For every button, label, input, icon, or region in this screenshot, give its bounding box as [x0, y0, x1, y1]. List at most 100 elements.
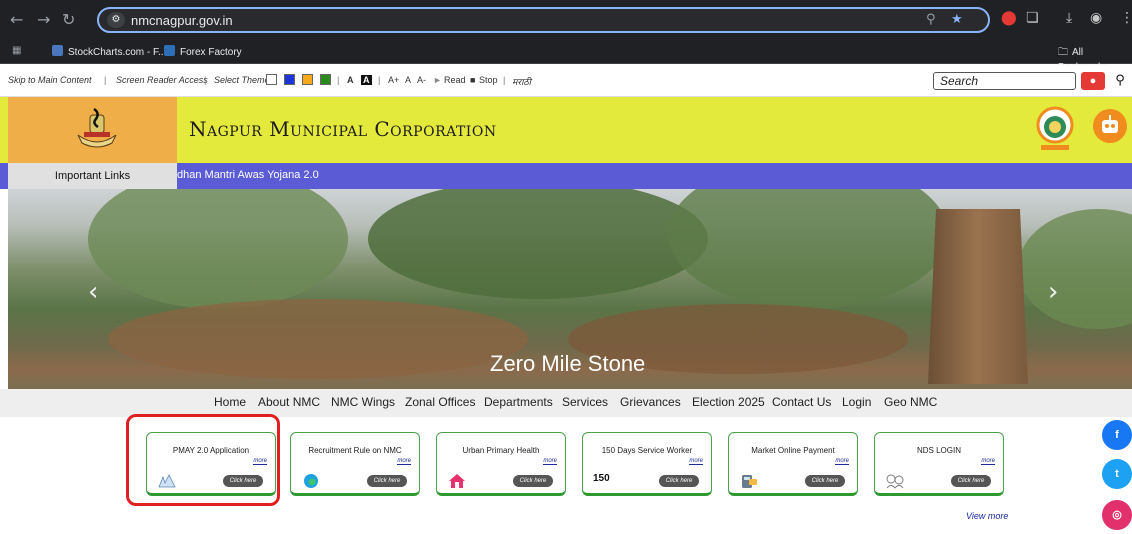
- menu-kebab-icon[interactable]: ⋮: [1120, 10, 1132, 26]
- stop-button[interactable]: Stop: [479, 75, 498, 85]
- house-icon: [449, 474, 465, 488]
- instagram-icon[interactable]: ◎: [1102, 500, 1132, 530]
- card-click-here-button[interactable]: Click here: [951, 475, 991, 487]
- card-more-link[interactable]: more: [543, 458, 557, 465]
- nav-login[interactable]: Login: [842, 395, 871, 409]
- main-navigation: Home About NMC NMC Wings Zonal Offices D…: [0, 389, 1132, 417]
- site-header: Nagpur Municipal Corporation: [0, 97, 1132, 163]
- card-recruitment-rule[interactable]: Recruitment Rule on NMC more Click here: [290, 432, 420, 496]
- contrast-normal-button[interactable]: A: [347, 75, 354, 85]
- card-market-online-payment[interactable]: Market Online Payment more Click here: [728, 432, 858, 496]
- site-settings-icon[interactable]: ⚙: [107, 12, 125, 28]
- address-bar[interactable]: ⚙ nmcnagpur.gov.in ⚲ ★: [97, 7, 990, 33]
- apps-grid-icon[interactable]: ▦: [12, 45, 21, 56]
- font-decrease-button[interactable]: A-: [417, 75, 426, 85]
- bookmarks-bar: ▦ StockCharts.com - F... Forex Factory 🗀…: [0, 40, 1132, 73]
- nav-contact-us[interactable]: Contact Us: [772, 395, 831, 409]
- ticker-link[interactable]: dhan Mantri Awas Yojana 2.0: [177, 169, 319, 181]
- hero-monument-base: [108, 299, 528, 379]
- accessibility-bar: Skip to Main Content | Screen Reader Acc…: [0, 65, 1132, 97]
- view-more-link[interactable]: View more: [966, 511, 1008, 521]
- hero-foliage: [88, 189, 348, 309]
- hero-caption: Zero Mile Stone: [490, 351, 646, 376]
- zero-mile-pillar: [928, 209, 1028, 384]
- azadi-75-badge-logo: [1036, 106, 1074, 150]
- microphone-icon[interactable]: ●: [1081, 72, 1105, 90]
- hero-foliage: [368, 189, 708, 299]
- read-button[interactable]: Read: [444, 75, 466, 85]
- number-150-icon: 150: [593, 473, 610, 484]
- red-highlight-annotation: [126, 414, 280, 506]
- nav-services[interactable]: Services: [562, 395, 608, 409]
- card-more-link[interactable]: more: [689, 458, 703, 465]
- chatbot-robot-icon[interactable]: [1093, 109, 1127, 143]
- search-input[interactable]: Search: [933, 72, 1076, 90]
- important-links-label: Important Links: [8, 163, 177, 189]
- search-icon[interactable]: ⚲: [1108, 72, 1132, 90]
- theme-orange-swatch[interactable]: [302, 74, 313, 85]
- bookmark-stockcharts[interactable]: StockCharts.com - F...: [52, 45, 166, 58]
- download-icon[interactable]: ⤓: [1066, 10, 1072, 26]
- nav-departments[interactable]: Departments: [484, 395, 553, 409]
- screen-reader-link[interactable]: Screen Reader Access: [116, 75, 208, 85]
- site-title: Nagpur Municipal Corporation: [189, 117, 497, 141]
- zoom-icon[interactable]: ⚲: [926, 12, 936, 27]
- select-theme-label: Select Theme: [214, 75, 270, 85]
- nav-geo-nmc[interactable]: Geo NMC: [884, 395, 937, 409]
- forex-factory-icon: [164, 45, 175, 56]
- profile-avatar-icon[interactable]: ◉: [1090, 10, 1102, 26]
- important-links-ticker: Important Links dhan Mantri Awas Yojana …: [0, 163, 1132, 189]
- hero-foliage: [1018, 209, 1132, 329]
- font-normal-button[interactable]: A: [405, 75, 411, 85]
- card-click-here-button[interactable]: Click here: [513, 475, 553, 487]
- hero-slider: ‹ › Zero Mile Stone: [8, 189, 1132, 389]
- nav-election-2025[interactable]: Election 2025: [692, 395, 765, 409]
- nav-about-nmc[interactable]: About NMC: [258, 395, 320, 409]
- card-title: NDS LOGIN: [916, 446, 961, 455]
- twitter-icon[interactable]: t: [1102, 459, 1132, 489]
- nav-grievances[interactable]: Grievances: [620, 395, 681, 409]
- card-title: 150 Days Service Worker: [601, 446, 693, 455]
- font-increase-button[interactable]: A+: [388, 75, 399, 85]
- card-more-link[interactable]: more: [397, 458, 411, 465]
- bookmark-star-icon[interactable]: ★: [951, 12, 963, 27]
- speaker-icon: ►: [433, 75, 442, 85]
- bookmark-forex-factory[interactable]: Forex Factory: [164, 45, 242, 58]
- contrast-dark-button[interactable]: A: [361, 75, 372, 85]
- theme-white-swatch[interactable]: [266, 74, 277, 85]
- language-marathi-link[interactable]: मराठी: [512, 75, 531, 88]
- stop-square-icon: ■: [470, 75, 476, 85]
- back-icon[interactable]: ←: [10, 10, 23, 29]
- card-urban-primary-health[interactable]: Urban Primary Health more Click here: [436, 432, 566, 496]
- payment-terminal-icon: [742, 475, 757, 488]
- url-text[interactable]: nmcnagpur.gov.in: [131, 13, 233, 28]
- slider-next-arrow-icon[interactable]: ›: [1048, 277, 1058, 307]
- stockcharts-icon: [52, 45, 63, 56]
- card-click-here-button[interactable]: Click here: [367, 475, 407, 487]
- card-title: Urban Primary Health: [462, 446, 540, 455]
- card-click-here-button[interactable]: Click here: [659, 475, 699, 487]
- slider-prev-arrow-icon[interactable]: ‹: [88, 277, 98, 307]
- card-more-link[interactable]: more: [835, 458, 849, 465]
- facebook-icon[interactable]: f: [1102, 420, 1132, 450]
- nmc-emblem-logo[interactable]: [72, 105, 122, 151]
- forward-icon[interactable]: →: [37, 10, 50, 29]
- extensions-puzzle-icon[interactable]: ❏: [1026, 10, 1039, 26]
- nav-nmc-wings[interactable]: NMC Wings: [331, 395, 395, 409]
- card-150-days-service-worker[interactable]: 150 Days Service Worker more 150 Click h…: [582, 432, 712, 496]
- card-title: Market Online Payment: [751, 446, 835, 455]
- card-nds-login[interactable]: NDS LOGIN more Click here: [874, 432, 1004, 496]
- people-sketch-icon: [886, 474, 904, 489]
- card-more-link[interactable]: more: [981, 458, 995, 465]
- nav-home[interactable]: Home: [214, 395, 246, 409]
- theme-green-swatch[interactable]: [320, 74, 331, 85]
- card-click-here-button[interactable]: Click here: [805, 475, 845, 487]
- extension-icon[interactable]: ⬤: [1001, 10, 1017, 26]
- theme-blue-swatch[interactable]: [284, 74, 295, 85]
- logo-container: [8, 97, 177, 163]
- hero-foliage: [668, 189, 948, 309]
- reload-icon[interactable]: ↻: [62, 10, 75, 29]
- edge-logo-icon: [304, 474, 318, 488]
- nav-zonal-offices[interactable]: Zonal Offices: [405, 395, 475, 409]
- skip-to-main-link[interactable]: Skip to Main Content: [8, 75, 92, 85]
